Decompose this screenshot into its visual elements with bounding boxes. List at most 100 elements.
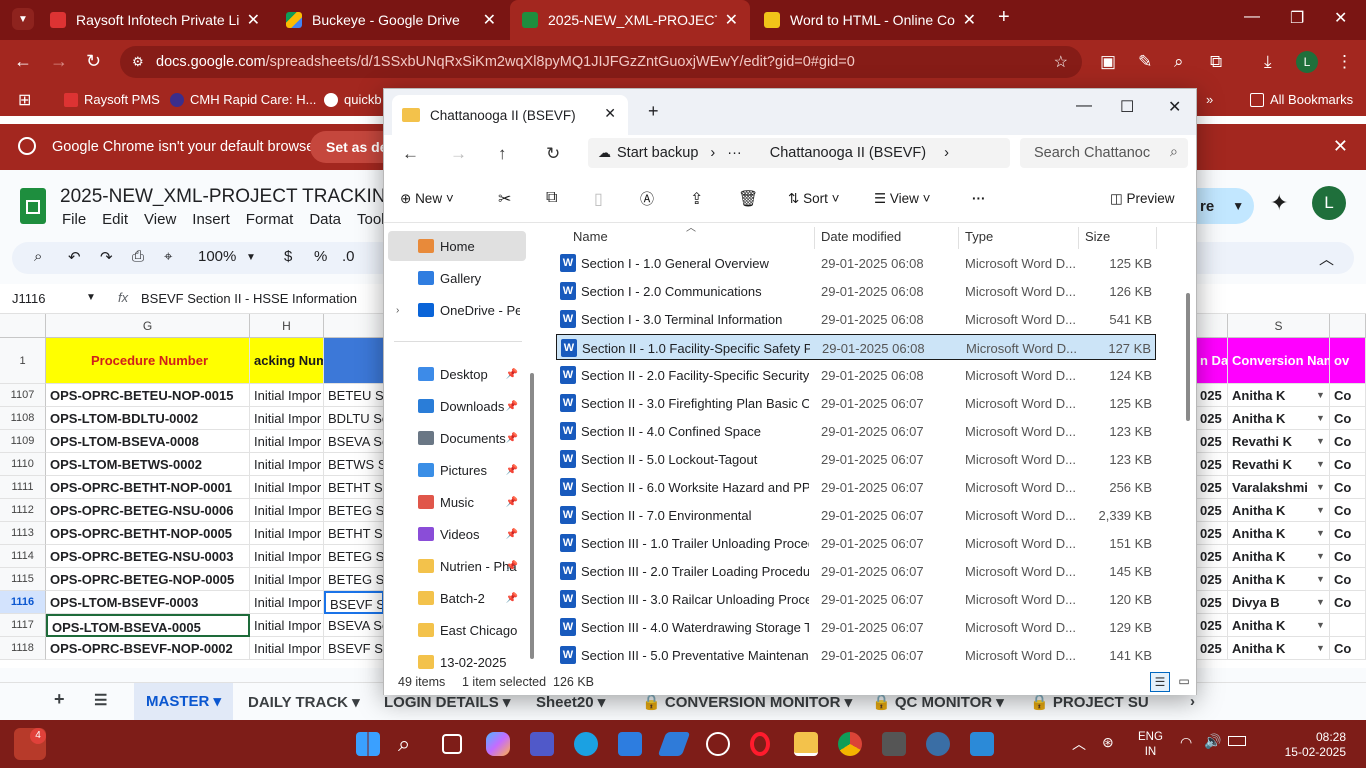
taskbar-clock[interactable]: 08:28 15-02-2025 [1285,730,1346,760]
teams-icon[interactable] [530,732,554,756]
nav-item-desktop[interactable]: Desktop 📌 [384,359,522,389]
document-title[interactable]: 2025-NEW_XML-PROJECT TRACKING S [60,186,385,208]
profile-avatar[interactable]: L [1296,51,1318,73]
column-header-size[interactable]: Size [1085,229,1110,244]
nav-item-gallery[interactable]: Gallery [384,263,522,293]
cell-date[interactable]: 025 [1196,476,1228,499]
restore-icon[interactable]: ❐ [1290,8,1304,28]
cell-conversion-name[interactable]: Anitha K [1228,384,1330,407]
extensions-puzzle-icon[interactable]: ⧉ [1210,52,1222,72]
forward-arrow-icon[interactable]: → [450,144,467,164]
cell-conversion-name[interactable]: Revathi K [1228,453,1330,476]
close-tab-icon[interactable]: ✕ [604,105,616,122]
nav-item-13-02-2025[interactable]: 13-02-2025 [384,647,522,671]
column-header-date-modified[interactable]: Date modified [821,229,901,244]
cell-date[interactable]: 025 [1196,568,1228,591]
cell-conversion-name[interactable]: Anitha K [1228,407,1330,430]
cell-section[interactable]: BSEVA Se [324,430,384,453]
zoom-dropdown-icon[interactable]: ▼ [246,252,256,263]
cell-conversion-name[interactable]: Anitha K [1228,568,1330,591]
file-row[interactable]: W Section II - 6.0 Worksite Hazard and PP… [556,474,1156,500]
nav-item-nutrien-pha[interactable]: Nutrien - Pha 📌 [384,551,522,581]
cell-section[interactable]: BSEVF Se [324,637,384,660]
column-header-r[interactable] [1196,314,1228,338]
show-hidden-icons[interactable]: ︿ [1072,734,1086,754]
menu-view[interactable]: View [144,211,176,228]
browser-tab-google-drive[interactable]: Buckeye - Google Drive ✕ [274,0,508,40]
row-header-corner[interactable] [0,314,46,338]
file-row[interactable]: W Section III - 5.0 Preventative Maintena… [556,642,1156,668]
cell-status[interactable]: Co [1330,591,1366,614]
add-sheet-button[interactable]: + [54,689,65,710]
nav-item-downloads[interactable]: Downloads 📌 [384,391,522,421]
column-header-t[interactable] [1330,314,1366,338]
cell-tracking-number[interactable]: Initial Impor [250,453,324,476]
cell-date[interactable]: 025 [1196,545,1228,568]
cell-tracking-number[interactable]: Initial Impor [250,407,324,430]
file-row[interactable]: W Section II - 4.0 Confined Space 29-01-20… [556,418,1156,444]
tiles-view-icon[interactable]: ▭ [1174,672,1194,692]
cell-tracking-number[interactable]: Initial Impor [250,614,324,637]
cell-date[interactable]: 025 [1196,591,1228,614]
zoom-icon[interactable]: ⌕ [1174,52,1184,72]
cell-tracking-number[interactable]: Initial Impor [250,476,324,499]
cell-section[interactable]: BETWS Se [324,453,384,476]
row-header[interactable]: 1108 [0,407,46,430]
header-column-i[interactable] [324,338,384,384]
dropdown-chip-icon[interactable]: ▼ [1316,436,1325,446]
back-arrow-icon[interactable]: ← [402,144,419,164]
cell-tracking-number[interactable]: Initial Impor [250,545,324,568]
sheets-logo-icon[interactable] [20,188,46,224]
cell-tracking-number[interactable]: Initial Impor [250,591,324,614]
volume-icon[interactable]: 🔊 [1204,733,1221,750]
menu-format[interactable]: Format [246,211,294,228]
row-header-1[interactable]: 1 [0,338,46,384]
dropdown-chip-icon[interactable]: ▼ [1316,459,1325,469]
file-row[interactable]: W Section II - 1.0 Facility-Specific Safe… [556,334,1156,360]
cell-status[interactable]: Co [1330,453,1366,476]
column-header-name[interactable]: Name [573,229,608,244]
header-column-t[interactable]: ov [1330,338,1366,384]
file-row[interactable]: W Section III - 4.0 Waterdrawing Storage … [556,614,1156,640]
column-divider[interactable] [1078,227,1079,249]
menu-file[interactable]: File [62,211,86,228]
bookmark-quickbooks[interactable]: quickb [324,92,382,107]
user-avatar[interactable]: L [1312,186,1346,220]
minimize-icon[interactable]: — [1076,97,1092,115]
cell-date[interactable]: 025 [1196,453,1228,476]
battery-icon[interactable] [1228,736,1246,746]
breadcrumb-start-backup[interactable]: Start backup [617,145,698,161]
row-header[interactable]: 1113 [0,522,46,545]
redo-icon[interactable]: ↷ [100,248,113,266]
cell-date[interactable]: 025 [1196,637,1228,660]
row-header[interactable]: 1109 [0,430,46,453]
zoom-select[interactable]: 100% [198,248,236,265]
header-tracking-number[interactable]: acking Numl [250,338,324,384]
back-arrow-icon[interactable]: ← [14,51,32,72]
dropdown-chip-icon[interactable]: ▼ [1316,413,1325,423]
cell-section[interactable]: BETEG Se [324,568,384,591]
header-column-r[interactable]: n Da [1196,338,1228,384]
preview-pane-button[interactable]: ◫ Preview [1110,191,1175,207]
cell-status[interactable]: Co [1330,407,1366,430]
explorer-tab[interactable]: Chattanooga II (BSEVF) ✕ [392,95,628,135]
sheet-tab-master[interactable]: MASTER ▾ [134,683,234,721]
dropdown-chip-icon[interactable]: ▼ [1316,551,1325,561]
chrome-menu-icon[interactable]: ⋮ [1336,52,1353,72]
start-windows-icon[interactable] [356,732,380,756]
up-arrow-icon[interactable]: ↑ [498,144,507,164]
all-bookmarks-folder[interactable]: All Bookmarks [1250,92,1353,107]
language-indicator[interactable]: ENG IN [1138,730,1163,760]
file-row[interactable]: W Section III - 2.0 Trailer Loading Proce… [556,558,1156,584]
file-row[interactable]: W Section I - 1.0 General Overview 29-01-2… [556,250,1156,276]
cell-section[interactable]: BETEU Se [324,384,384,407]
file-row[interactable]: W Section II - 7.0 Environmental 29-01-202… [556,502,1156,528]
cell-date[interactable]: 025 [1196,384,1228,407]
cell-procedure-number[interactable]: OPS-LTOM-BETWS-0002 [46,453,250,476]
browser-tab-raysoft[interactable]: Raysoft Infotech Private Limited ✕ [38,0,272,40]
share-dropdown-icon[interactable]: ▼ [1232,199,1244,213]
remote-desktop-icon[interactable] [970,732,994,756]
paste-icon[interactable]: ▯ [594,189,603,209]
forward-arrow-icon[interactable]: → [50,51,68,72]
column-divider[interactable] [1156,227,1157,249]
